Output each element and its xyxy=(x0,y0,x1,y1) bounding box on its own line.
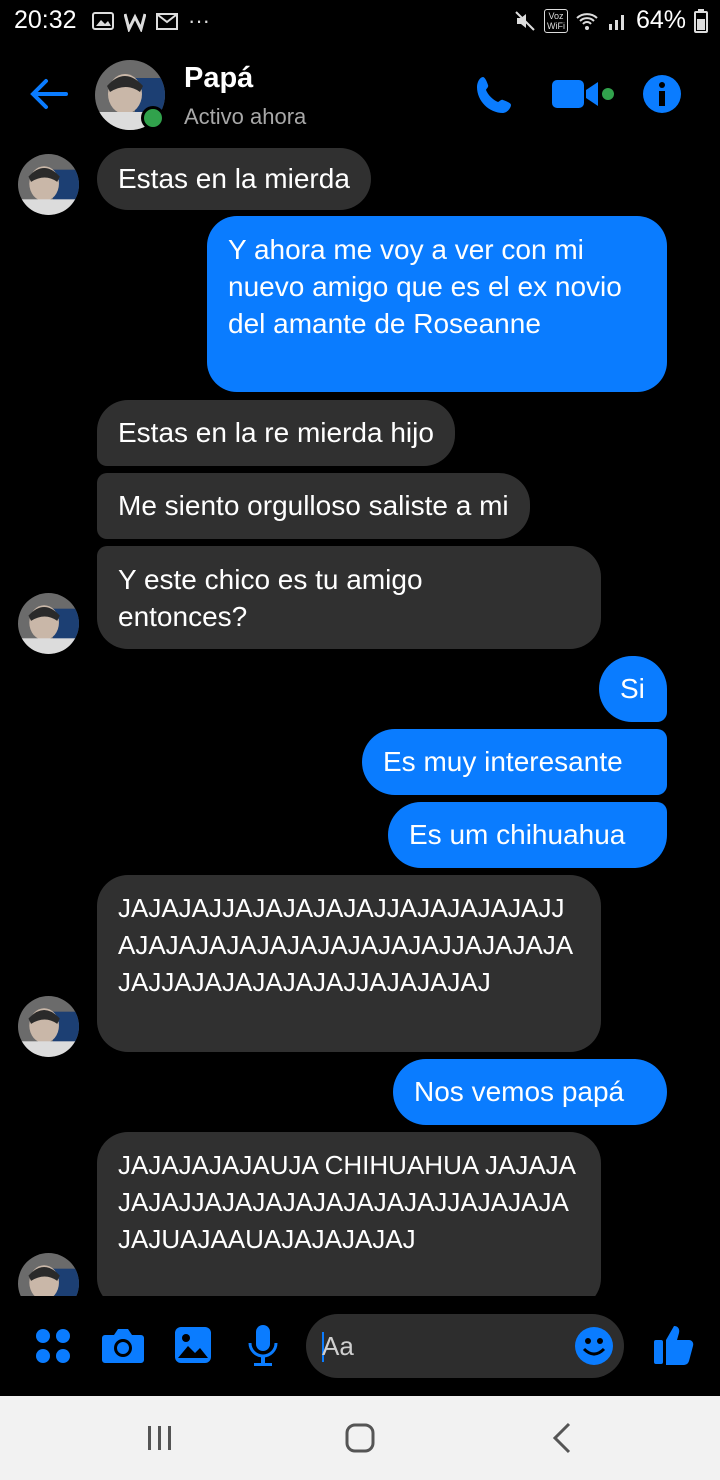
mute-icon xyxy=(515,10,535,31)
more-actions-icon[interactable] xyxy=(35,1328,71,1364)
message-avatar xyxy=(18,593,79,654)
incoming-message[interactable]: Me siento orgulloso saliste a mi xyxy=(97,473,530,539)
contact-name[interactable]: Papá xyxy=(184,62,253,95)
incoming-message[interactable]: Estas en la re mierda hijo xyxy=(97,400,455,466)
message-avatar xyxy=(18,996,79,1057)
back-nav-icon[interactable] xyxy=(543,1418,583,1458)
video-call-icon[interactable] xyxy=(550,76,616,114)
info-icon[interactable] xyxy=(642,74,682,114)
message-avatar xyxy=(18,1253,79,1296)
incoming-message[interactable]: JAJAJAJJAJAJAJAJAJJAJAJAJAJAJJAJAJAJAJAJ… xyxy=(97,875,601,1052)
outgoing-message[interactable]: Si xyxy=(599,656,667,722)
thumbs-up-icon[interactable] xyxy=(652,1322,694,1366)
image-icon xyxy=(92,12,114,30)
camera-icon[interactable] xyxy=(101,1325,145,1365)
wifi-icon xyxy=(576,12,598,30)
chat-header: Papá Activo ahora xyxy=(0,44,720,146)
message-list[interactable]: Estas en la mierda Y ahora me voy a ver … xyxy=(0,146,720,1296)
vowifi-icon: Voz WiFi xyxy=(543,8,568,33)
system-nav-bar xyxy=(0,1396,720,1480)
outgoing-message[interactable]: Y ahora me voy a ver con mi nuevo amigo … xyxy=(207,216,667,392)
signal-icon xyxy=(608,14,624,30)
outgoing-message[interactable]: Nos vemos papá xyxy=(393,1059,667,1125)
message-avatar xyxy=(18,154,79,215)
more-icon: ··· xyxy=(188,8,210,33)
composer-bar: Aa xyxy=(0,1296,720,1396)
home-icon[interactable] xyxy=(340,1418,380,1458)
online-indicator xyxy=(141,106,165,130)
status-bar: 20:32 ··· Voz WiFi 64% xyxy=(0,0,720,44)
w-icon xyxy=(124,13,146,32)
microphone-icon[interactable] xyxy=(246,1323,280,1367)
message-input-placeholder: Aa xyxy=(322,1331,354,1361)
gmail-icon xyxy=(156,13,178,30)
incoming-message[interactable]: Estas en la mierda xyxy=(97,148,371,210)
outgoing-message[interactable]: Es muy interesante xyxy=(362,729,667,795)
status-time: 20:32 xyxy=(14,6,77,34)
message-input[interactable]: Aa xyxy=(306,1314,624,1378)
gallery-icon[interactable] xyxy=(174,1326,212,1364)
battery-icon xyxy=(694,8,708,33)
phone-call-icon[interactable] xyxy=(474,74,516,116)
incoming-message[interactable]: Y este chico es tu amigo entonces? xyxy=(97,546,601,649)
battery-percent: 64% xyxy=(635,6,686,34)
contact-status: Activo ahora xyxy=(184,104,307,129)
emoji-icon[interactable] xyxy=(574,1326,614,1366)
back-arrow-icon[interactable] xyxy=(26,72,70,116)
outgoing-message[interactable]: Es um chihuahua xyxy=(388,802,667,868)
recent-apps-icon[interactable] xyxy=(140,1418,180,1458)
incoming-message[interactable]: JAJAJAJAJAUJA CHIHUAHUA JAJAJAJAJAJJAJAJ… xyxy=(97,1132,601,1296)
